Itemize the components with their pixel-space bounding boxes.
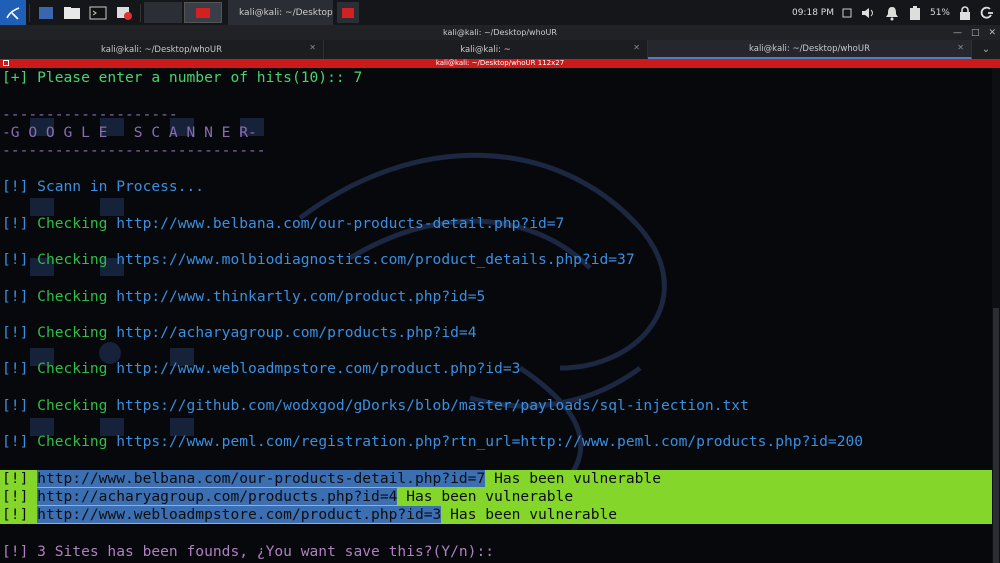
hits-prompt-text: [+] Please enter a number of hits(10):: … — [2, 69, 363, 86]
save-prompt: [!] 3 Sites has been founds, ¿You want s… — [2, 543, 495, 560]
tab-close-icon[interactable]: ✕ — [957, 43, 964, 52]
check-url: https://www.peml.com/registration.php?rt… — [116, 433, 864, 450]
battery-percent: 51% — [929, 7, 950, 18]
terminal-launcher-icon[interactable] — [85, 0, 111, 25]
pane-titlebar: kali@kali: ~/Desktop/whoUR 112x27 — [0, 59, 1000, 68]
vulnerable-url: http://www.belbana.com/our-products-deta… — [37, 470, 486, 487]
file-manager-icon[interactable] — [59, 0, 85, 25]
taskbar-separator — [140, 3, 141, 22]
clock[interactable]: 09:18 PM — [792, 8, 834, 18]
check-line: [!] Checking http://www.webloadmpstore.c… — [2, 360, 521, 377]
window-controls: — □ ✕ — [953, 25, 996, 40]
system-tray: 09:18 PM 51% — [792, 5, 1000, 21]
banner-rule-bottom: ------------------------------ — [2, 142, 266, 159]
banner-title: -G O O G L E S C A N N E R- — [2, 124, 257, 141]
battery-icon[interactable] — [908, 5, 922, 21]
check-line: [!] Checking http://acharyagroup.com/pro… — [2, 324, 477, 341]
check-line: [!] Checking https://www.molbiodiagnosti… — [2, 251, 635, 268]
window-toggle-icon[interactable] — [842, 8, 852, 18]
check-line: [!] Checking https://github.com/wodxgod/… — [2, 397, 749, 414]
tab-list-chevron-icon[interactable]: ⌄ — [972, 40, 1000, 59]
close-icon[interactable]: ✕ — [988, 28, 996, 38]
check-line: [!] Checking http://www.belbana.com/our-… — [2, 215, 565, 232]
tab-bar: kali@kali: ~/Desktop/whoUR ✕ kali@kali: … — [0, 40, 1000, 59]
vulnerable-label: Has been vulnerable — [450, 506, 618, 523]
logout-icon[interactable] — [980, 6, 994, 20]
workspace-1[interactable] — [144, 2, 182, 23]
taskbar-window-terminal[interactable]: kali@kali: ~/Desktop/wh... — [228, 0, 333, 25]
notification-bell-icon[interactable] — [884, 5, 900, 21]
taskbar: kali@kali: ~/Desktop/wh... 09:18 PM 51% — [0, 0, 1000, 25]
scrollbar-thumb[interactable] — [993, 308, 999, 563]
terminal-output[interactable]: [+] Please enter a number of hits(10):: … — [0, 68, 992, 563]
vulnerable-url: http://acharyagroup.com/products.php?id=… — [37, 488, 398, 505]
check-url: http://www.thinkartly.com/product.php?id… — [116, 288, 486, 305]
tab-close-icon[interactable]: ✕ — [633, 43, 640, 52]
workspace-2[interactable] — [184, 2, 222, 23]
check-url: http://www.belbana.com/our-products-deta… — [116, 215, 565, 232]
banner-rule-top: -------------------- — [2, 106, 178, 123]
check-url: http://acharyagroup.com/products.php?id=… — [116, 324, 477, 341]
tab-close-icon[interactable]: ✕ — [309, 43, 316, 52]
tab-terminal-3[interactable]: kali@kali: ~/Desktop/whoUR ✕ — [648, 40, 972, 59]
tab-label: kali@kali: ~ — [460, 44, 511, 55]
check-url: http://www.webloadmpstore.com/product.ph… — [116, 360, 521, 377]
tab-terminal-2[interactable]: kali@kali: ~ ✕ — [324, 40, 648, 59]
browser-launcher-icon[interactable] — [111, 0, 137, 25]
vulnerable-line: [!] http://acharyagroup.com/products.php… — [2, 488, 574, 505]
check-url: https://github.com/wodxgod/gDorks/blob/m… — [116, 397, 749, 414]
taskbar-separator — [29, 3, 30, 22]
vulnerable-label: Has been vulnerable — [494, 470, 661, 487]
show-desktop-icon[interactable] — [33, 0, 59, 25]
window-title: kali@kali: ~/Desktop/whoUR — [443, 28, 557, 37]
vulnerable-label: Has been vulnerable — [406, 488, 574, 505]
maximize-icon[interactable]: □ — [971, 28, 980, 38]
tab-label: kali@kali: ~/Desktop/whoUR — [100, 44, 223, 55]
vulnerable-line: [!] http://www.webloadmpstore.com/produc… — [2, 506, 618, 523]
check-url: https://www.molbiodiagnostics.com/produc… — [116, 251, 635, 268]
check-line: [!] Checking https://www.peml.com/regist… — [2, 433, 864, 450]
tab-terminal-1[interactable]: kali@kali: ~/Desktop/whoUR ✕ — [0, 40, 324, 59]
scan-status: [!] Scann in Process... — [2, 178, 205, 195]
volume-icon[interactable] — [860, 6, 876, 20]
lock-icon[interactable] — [958, 5, 972, 21]
vulnerable-url: http://www.webloadmpstore.com/product.ph… — [37, 506, 442, 523]
tab-label: kali@kali: ~/Desktop/whoUR — [748, 43, 871, 54]
taskbar-window-label: kali@kali: ~/Desktop/wh... — [239, 7, 333, 18]
vulnerable-line: [!] http://www.belbana.com/our-products-… — [2, 470, 661, 487]
hits-prompt: [+] Please enter a number of hits(10):: … — [2, 69, 362, 87]
minimize-icon[interactable]: — — [953, 28, 962, 38]
window-titlebar: kali@kali: ~/Desktop/whoUR — □ ✕ — [0, 25, 1000, 40]
kali-menu-icon[interactable] — [0, 0, 26, 25]
taskbar-window-second[interactable] — [337, 2, 359, 23]
pane-title: kali@kali: ~/Desktop/whoUR 112x27 — [435, 59, 565, 67]
check-line: [!] Checking http://www.thinkartly.com/p… — [2, 288, 486, 305]
terminal-scrollbar[interactable] — [992, 68, 1000, 563]
